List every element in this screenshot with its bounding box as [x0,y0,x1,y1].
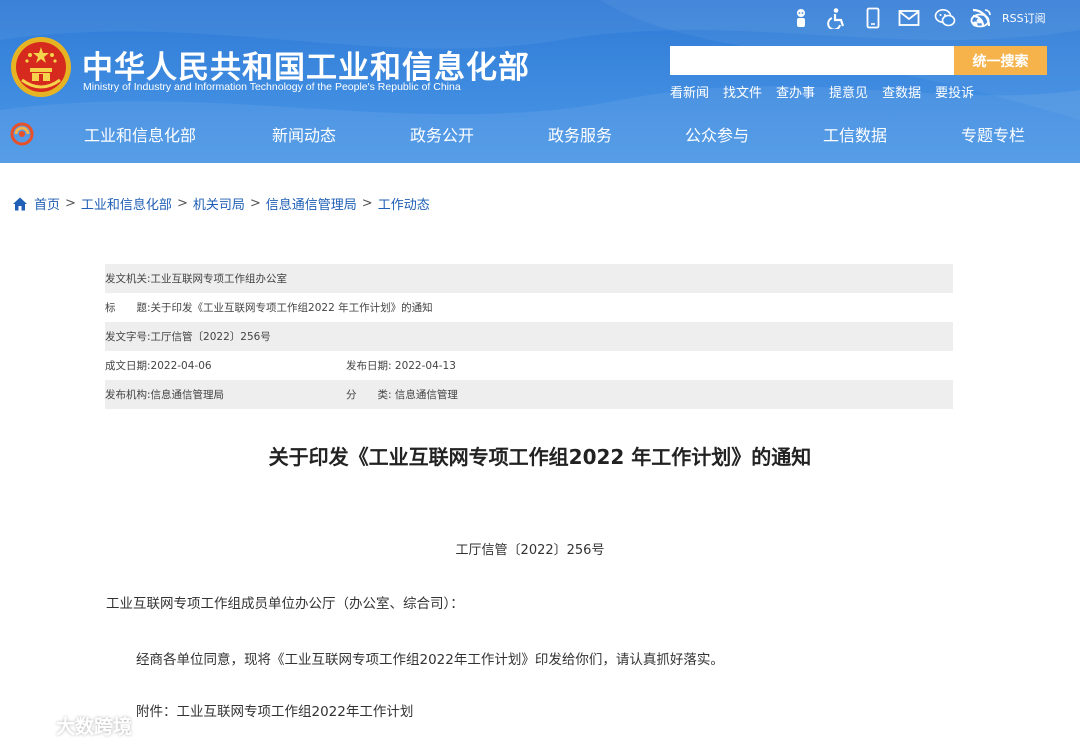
quick-links: 看新闻 找文件 查办事 提意见 查数据 要投诉 [670,82,988,101]
watermark-logo-icon [9,716,51,735]
meta-docno: 工厅信管〔2022〕256号 [150,331,271,343]
nav-item-gov-services[interactable]: 政务服务 [548,122,612,146]
breadcrumb-ministry[interactable]: 工业和信息化部 [81,194,172,213]
mail-icon[interactable] [898,7,920,29]
nav-item-data[interactable]: 工信数据 [823,122,887,146]
breadcrumb-separator: > [361,196,373,211]
quick-link-services[interactable]: 查办事 [776,82,815,101]
breadcrumb-work-news[interactable]: 工作动态 [378,194,430,213]
rss-icon [972,8,991,27]
nav-item-public[interactable]: 公众参与 [685,122,749,146]
accessibility-icon[interactable] [826,7,848,29]
article-title: 关于印发《工业互联网专项工作组2022 年工作计划》的通知 [268,445,812,469]
rss-label: RSS订阅 [1002,12,1046,25]
quick-link-news[interactable]: 看新闻 [670,82,709,101]
site-subtitle: Ministry of Industry and Information Tec… [83,81,461,93]
meta-row-dates: 成文日期: 2022-04-06 发布日期: 2022-04-13 [105,351,953,380]
article-salutation: 工业互联网专项工作组成员单位办公厅（办公室、综合司）： [106,596,464,612]
breadcrumb-home[interactable]: 首页 [34,194,60,213]
article-attachment: 附件：工业互联网专项工作组2022年工作计划 [136,704,414,720]
quick-link-files[interactable]: 找文件 [723,82,762,101]
quick-link-complaint[interactable]: 要投诉 [935,82,974,101]
meta-org: 信息通信管理局 [150,389,225,401]
breadcrumb: 首页 > 工业和信息化部 > 机关司局 > 信息通信管理局 > 工作动态 [12,194,430,213]
watermark-text: 大数跨境 [56,716,133,738]
breadcrumb-separator: > [249,196,261,211]
home-icon[interactable] [12,196,28,212]
meta-label: 发布机构: [105,389,151,401]
nav-item-news[interactable]: 新闻动态 [272,122,336,146]
nav-item-gov-affairs[interactable]: 政务公开 [410,122,474,146]
watermark: 大数跨境 [8,712,132,739]
meta-row-org: 发布机构: 信息通信管理局 分 类: 信息通信管理 [105,380,953,409]
meta-row-title: 标 题: 关于印发《工业互联网专项工作组2022 年工作计划》的通知 [105,293,953,322]
national-emblem-icon[interactable] [10,36,72,98]
site-header: 中华人民共和国工业和信息化部 Ministry of Industry and … [0,0,1080,163]
elder-mode-icon[interactable] [790,7,812,29]
quick-link-data[interactable]: 查数据 [882,82,921,101]
meta-row-issuer: 发文机关: 工业互联网专项工作组办公室 [105,264,953,293]
ministry-logo-icon[interactable] [10,122,34,146]
nav-item-topics[interactable]: 专题专栏 [961,122,1025,146]
article-body-paragraph: 经商各单位同意，现将《工业互联网专项工作组2022年工作计划》印发给你们，请认真… [136,652,724,668]
breadcrumb-separator: > [176,196,188,211]
rss-subscribe[interactable]: RSS订阅 [970,7,1046,29]
meta-row-docno: 发文字号: 工厅信管〔2022〕256号 [105,322,953,351]
nav-item-ministry[interactable]: 工业和信息化部 [84,122,196,146]
meta-issuer: 工业互联网专项工作组办公室 [150,273,288,285]
meta-published-date: 2022-04-13 [394,360,456,372]
meta-label: 发布日期: [346,360,392,372]
quick-link-feedback[interactable]: 提意见 [829,82,868,101]
meta-label: 发文机关: [105,273,151,285]
mobile-icon[interactable] [862,7,884,29]
meta-category: 信息通信管理 [394,389,458,401]
meta-title: 关于印发《工业互联网专项工作组2022 年工作计划》的通知 [150,302,433,314]
search-button[interactable]: 统一搜索 [954,46,1047,75]
meta-label: 标 题: [105,302,151,314]
meta-label: 分 类: [346,389,392,401]
meta-created-date: 2022-04-06 [150,359,212,372]
breadcrumb-separator: > [65,196,76,211]
search-input[interactable] [670,46,954,75]
wechat-icon[interactable] [934,7,956,29]
document-meta-table: 发文机关: 工业互联网专项工作组办公室 标 题: 关于印发《工业互联网专项工作组… [105,264,953,409]
meta-label: 发文字号: [105,331,151,343]
breadcrumb-departments[interactable]: 机关司局 [193,194,245,213]
meta-label: 成文日期: [105,360,151,372]
breadcrumb-ict-bureau[interactable]: 信息通信管理局 [266,194,357,213]
article-doc-number: 工厅信管〔2022〕256号 [455,543,605,558]
